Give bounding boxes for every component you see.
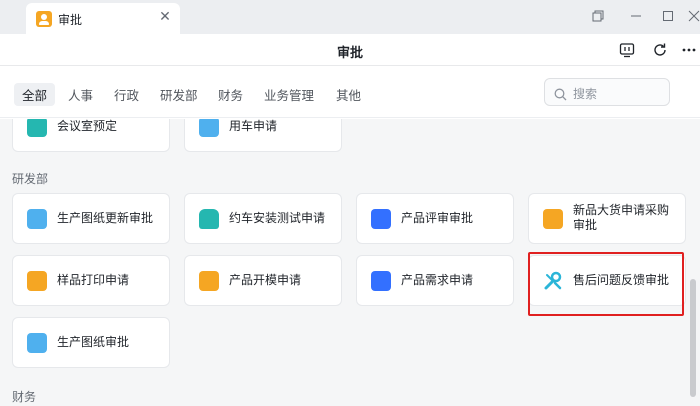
- card-label: 用车申请: [229, 119, 278, 133]
- tab-other[interactable]: 其他: [336, 83, 361, 106]
- card-label: 约车安装测试申请: [229, 211, 326, 225]
- category-filter-bar: 全部 人事 行政 研发部 财务 业务管理 其他 搜索: [0, 66, 700, 118]
- search-icon: [554, 86, 567, 105]
- page-header: 审批: [0, 34, 700, 66]
- card-drawing-update-approval[interactable]: 生产图纸更新审批: [12, 193, 170, 244]
- search-placeholder: 搜索: [573, 87, 598, 101]
- card-sample-print[interactable]: 样品打印申请: [12, 255, 170, 306]
- pin-window-icon[interactable]: [588, 6, 608, 26]
- gift-icon: [371, 271, 391, 291]
- tab-all[interactable]: 全部: [14, 83, 56, 106]
- card-install-test-request[interactable]: 约车安装测试申请: [184, 193, 342, 244]
- refresh-icon[interactable]: [650, 40, 670, 60]
- highlight-box: [528, 252, 684, 316]
- card-drawing-approval[interactable]: 生产图纸审批: [12, 317, 170, 368]
- minimize-icon[interactable]: [626, 6, 646, 26]
- approval-list: 会议室预定 用车申请 研发部 生产图纸更新审批 约车安装测试申请 产品评审审批 …: [0, 119, 700, 406]
- tab-admin[interactable]: 行政: [114, 83, 139, 106]
- card-mold-request[interactable]: 产品开模申请: [184, 255, 342, 306]
- search-input[interactable]: 搜索: [544, 78, 670, 106]
- card-label: 会议室预定: [57, 119, 118, 133]
- car-icon: [199, 209, 219, 229]
- scrollbar[interactable]: [690, 279, 696, 397]
- tab-hr[interactable]: 人事: [68, 83, 93, 106]
- section-label-finance: 财务: [12, 390, 37, 404]
- section-label-rd: 研发部: [12, 172, 49, 186]
- card-product-review[interactable]: 产品评审审批: [356, 193, 514, 244]
- approval-app-icon: [36, 11, 52, 27]
- tab-title: 审批: [58, 13, 83, 27]
- tab-business[interactable]: 业务管理: [264, 83, 314, 106]
- card-label: 样品打印申请: [57, 273, 130, 287]
- close-window-icon[interactable]: [684, 6, 700, 26]
- tab-rd[interactable]: 研发部: [160, 83, 198, 106]
- book-icon: [27, 333, 47, 353]
- card-label: 新品大货申请采购审批: [573, 203, 670, 232]
- card-meeting-room[interactable]: 会议室预定: [12, 119, 170, 152]
- card-car-request[interactable]: 用车申请: [184, 119, 342, 152]
- card-label: 产品需求申请: [401, 273, 474, 287]
- columns-icon: [371, 209, 391, 229]
- clipboard-check-icon: [27, 209, 47, 229]
- more-icon[interactable]: [679, 40, 699, 60]
- card-label: 产品评审审批: [401, 211, 474, 225]
- card-label: 产品开模申请: [229, 273, 302, 287]
- ticket-icon: [27, 271, 47, 291]
- folder-icon: [199, 271, 219, 291]
- checklist-icon: [199, 119, 219, 137]
- page-title: 审批: [336, 46, 363, 61]
- card-label: 生产图纸更新审批: [57, 211, 154, 225]
- card-label: 生产图纸审批: [57, 335, 130, 349]
- yen-icon: [543, 209, 563, 229]
- tab-finance[interactable]: 财务: [218, 83, 243, 106]
- card-product-demand[interactable]: 产品需求申请: [356, 255, 514, 306]
- tab-close-icon[interactable]: ✕: [156, 8, 174, 26]
- monitor-icon: [27, 119, 47, 137]
- window-titlebar: 审批 ✕: [0, 0, 700, 34]
- maximize-icon[interactable]: [658, 6, 678, 26]
- card-new-bulk-purchase[interactable]: 新品大货申请采购审批: [528, 193, 686, 244]
- browser-tab[interactable]: 审批 ✕: [26, 3, 180, 34]
- admin-console-icon[interactable]: [617, 40, 637, 60]
